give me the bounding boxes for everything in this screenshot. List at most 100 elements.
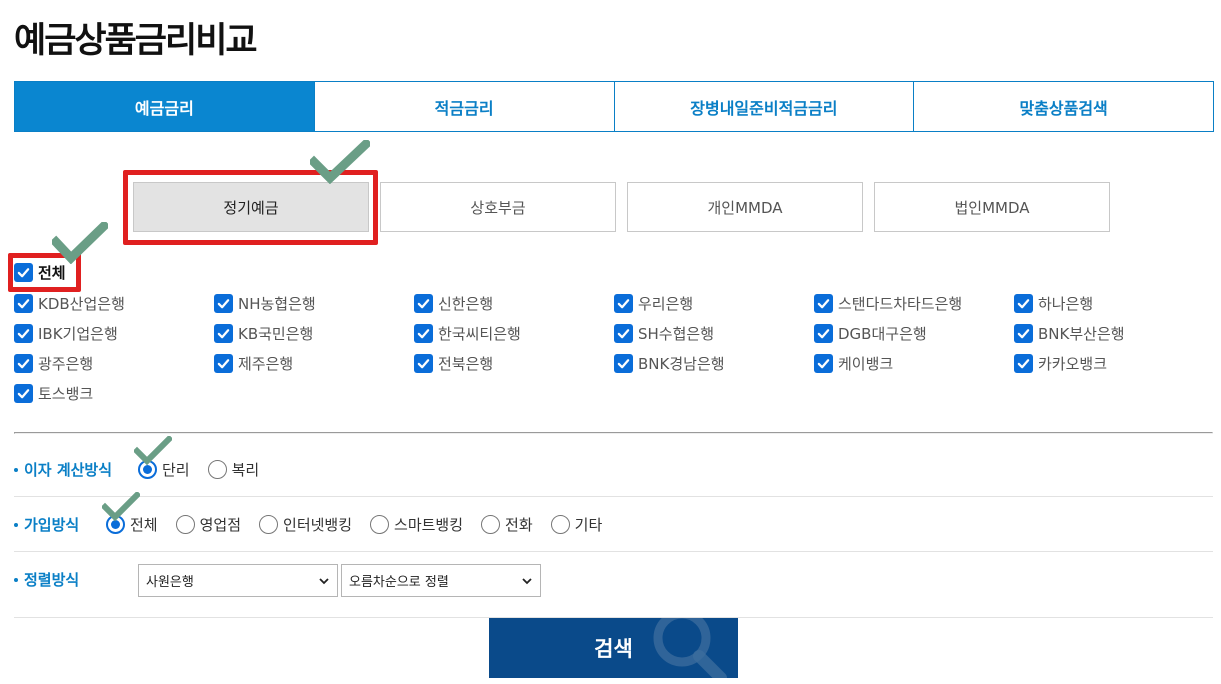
checkbox-checked-icon — [214, 353, 233, 373]
bank-checkbox[interactable]: 제주은행 — [214, 352, 414, 374]
check-mark-icon — [310, 140, 370, 184]
bank-checkbox-label: IBK기업은행 — [38, 324, 118, 343]
checkbox-checked-icon — [1014, 293, 1033, 313]
tab-soldier-savings-rate[interactable]: 장병내일준비적금금리 — [614, 82, 915, 131]
checkbox-checked-icon — [14, 323, 33, 343]
checkbox-checked-icon — [814, 293, 833, 313]
checkbox-checked-icon — [214, 323, 233, 343]
radio-join-branch[interactable]: 영업점 — [175, 514, 241, 535]
tab-savings-rate[interactable]: 적금금리 — [314, 82, 615, 131]
bank-checkbox[interactable]: NH농협은행 — [214, 292, 414, 314]
checkbox-checked-icon — [1014, 353, 1033, 373]
join-method-radios: 전체 영업점 인터넷뱅킹 스마트뱅킹 전화 기타 — [106, 514, 620, 535]
bank-checkbox[interactable]: KB국민은행 — [214, 322, 414, 344]
bank-checkbox-label: 전북은행 — [438, 354, 494, 373]
bank-checkbox[interactable]: BNK경남은행 — [614, 352, 814, 374]
tab-custom-search[interactable]: 맞춤상품검색 — [914, 82, 1214, 131]
checkbox-checked-icon — [414, 353, 433, 373]
sub-tabs: 정기예금 상호부금 개인MMDA 법인MMDA — [133, 182, 1121, 232]
bank-checkbox-label: SH수협은행 — [638, 324, 715, 343]
bank-checkbox-row: 토스뱅크 — [14, 382, 214, 404]
radio-compound-interest[interactable]: 복리 — [207, 459, 259, 480]
bank-checkbox-label: 신한은행 — [438, 294, 494, 313]
bank-checkbox[interactable]: DGB대구은행 — [814, 322, 1014, 344]
bank-checkbox-label: 제주은행 — [238, 354, 294, 373]
bank-checkbox-label: BNK부산은행 — [1038, 324, 1125, 343]
bank-checkbox[interactable]: 스탠다드차타드은행 — [814, 292, 1014, 314]
divider — [14, 551, 1213, 552]
join-method-label: 가입방식 — [14, 514, 79, 535]
bank-checkbox-row: KDB산업은행 NH농협은행 신한은행 우리은행 스탠다드차타드은행 하나은행 — [14, 292, 1214, 314]
main-tabs: 예금금리 적금금리 장병내일준비적금금리 맞춤상품검색 — [14, 81, 1214, 132]
bank-checkbox[interactable]: 우리은행 — [614, 292, 814, 314]
radio-join-other[interactable]: 기타 — [550, 514, 602, 535]
divider — [14, 432, 1213, 434]
checkbox-checked-icon — [614, 323, 633, 343]
checkbox-checked-icon — [814, 353, 833, 373]
bank-checkbox[interactable]: SH수협은행 — [614, 322, 814, 344]
bank-checkbox-label: 하나은행 — [1038, 294, 1094, 313]
tab-deposit-rate[interactable]: 예금금리 — [15, 82, 315, 131]
bullet-icon — [14, 577, 18, 582]
bank-checkbox[interactable]: BNK부산은행 — [1014, 322, 1214, 344]
radio-join-phone[interactable]: 전화 — [481, 514, 533, 535]
radio-selected-icon — [138, 460, 157, 479]
interest-method-radios: 단리 복리 — [138, 459, 277, 480]
bank-checkbox[interactable]: 카카오뱅크 — [1014, 352, 1214, 374]
bank-checkbox[interactable]: 토스뱅크 — [14, 382, 214, 404]
check-mark-icon — [52, 222, 108, 264]
search-button[interactable]: 검색 — [489, 618, 738, 678]
radio-join-all[interactable]: 전체 — [106, 514, 158, 535]
divider — [14, 496, 1213, 497]
sort-by-select[interactable]: 사원은행 — [138, 564, 338, 597]
bank-checkbox-label: DGB대구은행 — [838, 324, 927, 343]
bullet-icon — [14, 522, 18, 527]
bank-checkbox-label: 케이뱅크 — [838, 354, 894, 373]
checkbox-checked-icon — [414, 293, 433, 313]
radio-unselected-icon — [550, 515, 570, 534]
radio-join-smart[interactable]: 스마트뱅킹 — [370, 514, 463, 535]
bank-checkbox[interactable]: 광주은행 — [14, 352, 214, 374]
interest-method-label: 이자 계산방식 — [14, 459, 112, 480]
checkbox-checked-icon — [14, 383, 33, 403]
bank-checkbox-label: 우리은행 — [638, 294, 694, 313]
bank-checkbox-row: 광주은행 제주은행 전북은행 BNK경남은행 케이뱅크 카카오뱅크 — [14, 352, 1214, 374]
bank-checkbox[interactable]: IBK기업은행 — [14, 322, 214, 344]
bank-checkbox[interactable]: 케이뱅크 — [814, 352, 1014, 374]
checkbox-checked-icon — [14, 353, 33, 373]
subtab-corporate-mmda[interactable]: 법인MMDA — [874, 182, 1110, 232]
bank-checkbox-label: 카카오뱅크 — [1038, 354, 1108, 373]
checkbox-checked-icon — [14, 263, 33, 282]
subtab-installment[interactable]: 상호부금 — [380, 182, 616, 232]
radio-join-internet[interactable]: 인터넷뱅킹 — [259, 514, 352, 535]
radio-simple-interest[interactable]: 단리 — [138, 459, 190, 480]
all-banks-checkbox[interactable]: 전체 — [14, 262, 66, 283]
checkbox-checked-icon — [414, 323, 433, 343]
subtab-fixed-deposit[interactable]: 정기예금 — [133, 182, 369, 232]
all-banks-label: 전체 — [38, 264, 66, 282]
page-title: 예금상품금리비교 — [14, 21, 258, 61]
subtab-personal-mmda[interactable]: 개인MMDA — [627, 182, 863, 232]
chevron-down-icon — [522, 577, 532, 584]
bank-checkbox[interactable]: 신한은행 — [414, 292, 614, 314]
bank-checkbox-label: NH농협은행 — [238, 294, 316, 313]
radio-unselected-icon — [481, 515, 501, 534]
checkbox-checked-icon — [1014, 323, 1033, 343]
checkbox-checked-icon — [814, 323, 833, 343]
bank-checkbox-label: 토스뱅크 — [38, 384, 94, 403]
bank-checkbox[interactable]: 전북은행 — [414, 352, 614, 374]
bank-checkbox-row: IBK기업은행 KB국민은행 한국씨티은행 SH수협은행 DGB대구은행 BNK부산은행 — [14, 322, 1214, 344]
checkbox-checked-icon — [614, 293, 633, 313]
sort-order-select[interactable]: 오름차순으로 정렬 — [341, 564, 541, 597]
radio-unselected-icon — [175, 515, 195, 534]
bank-checkbox[interactable]: 하나은행 — [1014, 292, 1214, 314]
sort-method-label: 정렬방식 — [14, 569, 79, 590]
bank-checkbox-label: 한국씨티은행 — [438, 324, 521, 343]
checkbox-checked-icon — [614, 353, 633, 373]
bank-checkbox-label: KB국민은행 — [238, 324, 314, 343]
bank-checkbox-label: BNK경남은행 — [638, 354, 725, 373]
bank-checkbox[interactable]: KDB산업은행 — [14, 292, 214, 314]
radio-selected-icon — [106, 515, 125, 534]
bullet-icon — [14, 467, 18, 472]
bank-checkbox[interactable]: 한국씨티은행 — [414, 322, 614, 344]
